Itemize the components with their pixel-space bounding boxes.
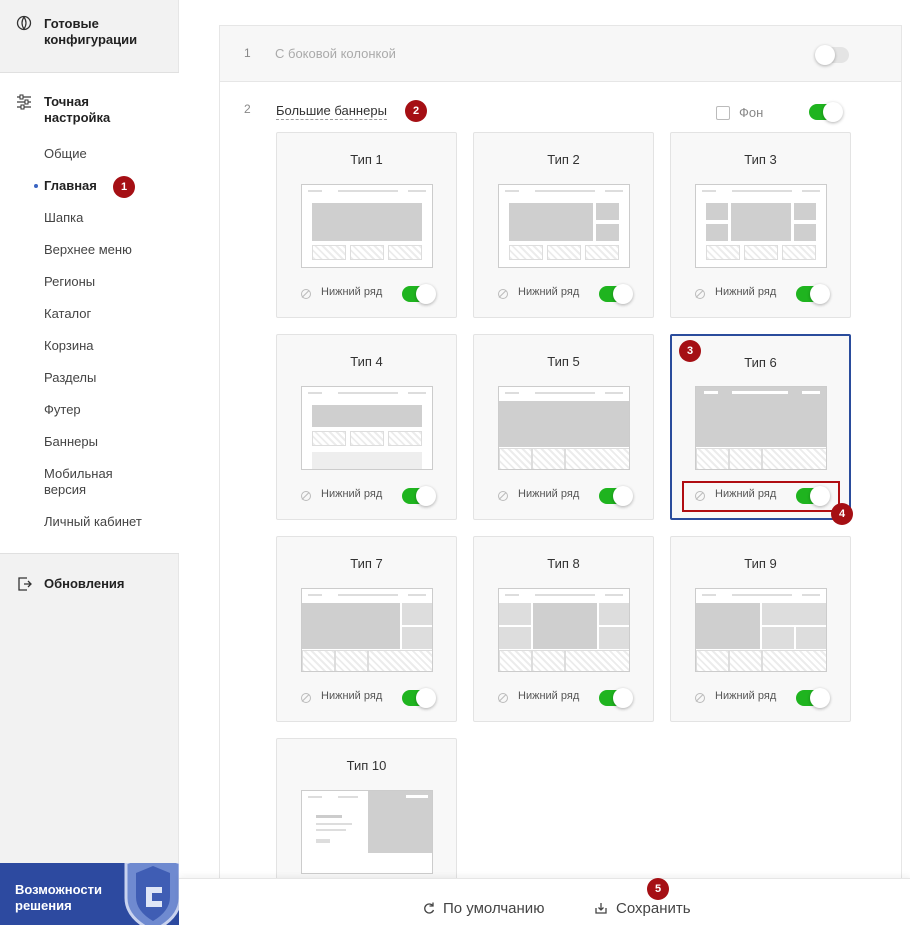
- sidebar-item-footer[interactable]: Футер: [44, 402, 81, 418]
- bottom-row-toggle[interactable]: [599, 688, 633, 708]
- row-number: 1: [244, 46, 251, 60]
- configurations-icon: [16, 15, 32, 31]
- bottom-row-toggle[interactable]: [599, 486, 633, 506]
- banner-type-card-10[interactable]: Тип 10: [276, 738, 457, 888]
- annotation-badge-5: 5: [647, 878, 669, 900]
- annotation-badge-3: 3: [679, 340, 701, 362]
- layout-preview: [695, 588, 827, 672]
- promo-text: Возможности решения: [15, 882, 102, 913]
- annotation-badge-2: 2: [405, 100, 427, 122]
- sidebar-item-sections[interactable]: Разделы: [44, 370, 96, 386]
- card-title: Тип 9: [744, 556, 777, 571]
- disabled-icon: [498, 289, 508, 299]
- card-title: Тип 2: [547, 152, 580, 167]
- bottom-row-label: Нижний ряд: [518, 286, 580, 298]
- promo-banner[interactable]: Возможности решения: [0, 863, 179, 925]
- sidebar-item-cart[interactable]: Корзина: [44, 338, 94, 354]
- active-dot: [34, 184, 38, 188]
- bottom-row-label: Нижний ряд: [715, 286, 777, 298]
- sidebar-section-updates[interactable]: Обновления: [44, 576, 125, 592]
- banner-type-card-9[interactable]: Тип 9 Нижний ряд: [670, 536, 851, 722]
- card-title: Тип 4: [350, 354, 383, 369]
- row-number: 2: [244, 102, 251, 116]
- divider: [0, 553, 179, 554]
- layout-preview: [301, 386, 433, 470]
- shield-logo-icon: [124, 863, 179, 925]
- disabled-icon: [301, 491, 311, 501]
- layout-preview: [498, 386, 630, 470]
- banner-type-card-7[interactable]: Тип 7 Нижний ряд: [276, 536, 457, 722]
- side-column-toggle[interactable]: [815, 45, 849, 65]
- disabled-icon: [498, 693, 508, 703]
- bottom-row-toggle[interactable]: [796, 284, 830, 304]
- sidebar-item-main[interactable]: Главная: [44, 178, 97, 194]
- banner-type-card-1[interactable]: Тип 1 Нижний ряд: [276, 132, 457, 318]
- bottom-row-toggle[interactable]: [796, 688, 830, 708]
- bottom-row-label: Нижний ряд: [321, 286, 383, 298]
- layout-preview: [301, 790, 433, 874]
- disabled-icon: [498, 491, 508, 501]
- layout-preview: [301, 588, 433, 672]
- sliders-icon: [17, 94, 31, 110]
- bottom-row-toggle[interactable]: [402, 688, 436, 708]
- background-checkbox[interactable]: [716, 106, 730, 120]
- layout-preview: [498, 588, 630, 672]
- big-banners-label[interactable]: Большие баннеры: [276, 103, 387, 120]
- update-icon: [18, 577, 32, 591]
- bottom-row-label: Нижний ряд: [321, 488, 383, 500]
- card-title: Тип 3: [744, 152, 777, 167]
- bottom-row-label: Нижний ряд: [715, 690, 777, 702]
- save-icon: [595, 903, 607, 914]
- sidebar-item-top-menu[interactable]: Верхнее меню: [44, 242, 132, 258]
- banner-type-card-8[interactable]: Тип 8 Нижний ряд: [473, 536, 654, 722]
- layout-preview: [301, 184, 433, 268]
- card-title: Тип 10: [346, 758, 387, 773]
- banner-type-card-5[interactable]: Тип 5 Нижний ряд: [473, 334, 654, 520]
- sidebar-item-catalog[interactable]: Каталог: [44, 306, 91, 322]
- bottom-row-toggle[interactable]: [402, 486, 436, 506]
- disabled-icon: [695, 289, 705, 299]
- option-row-side-column: 1 С боковой колонкой: [220, 26, 901, 82]
- footer-bar: По умолчанию Сохранить: [179, 878, 910, 925]
- annotation-badge-4: 4: [831, 503, 853, 525]
- layout-preview: [695, 184, 827, 268]
- card-title: Тип 8: [547, 556, 580, 571]
- disabled-icon: [695, 693, 705, 703]
- sidebar-item-banners[interactable]: Баннеры: [44, 434, 98, 450]
- bottom-row-toggle[interactable]: [402, 284, 436, 304]
- bottom-row-toggle[interactable]: [599, 284, 633, 304]
- highlight-frame: [682, 481, 840, 512]
- banner-type-card-2[interactable]: Тип 2 Нижний ряд: [473, 132, 654, 318]
- save-button[interactable]: Сохранить: [616, 900, 691, 917]
- banner-type-card-3[interactable]: Тип 3 Нижний ряд: [670, 132, 851, 318]
- sidebar-section-fine-tuning[interactable]: Точная настройка: [44, 94, 154, 126]
- sidebar-section-ready-configs[interactable]: Готовые конфигурации: [44, 16, 164, 48]
- big-banners-toggle[interactable]: [809, 102, 843, 122]
- row-label: С боковой колонкой: [275, 46, 396, 61]
- reset-default-button[interactable]: По умолчанию: [443, 900, 544, 917]
- background-label: Фон: [739, 105, 764, 120]
- disabled-icon: [301, 289, 311, 299]
- banner-type-card-4[interactable]: Тип 4 Нижний ряд: [276, 334, 457, 520]
- layout-preview: [498, 184, 630, 268]
- card-title: Тип 1: [350, 152, 383, 167]
- disabled-icon: [301, 693, 311, 703]
- annotation-badge-1: 1: [113, 176, 135, 198]
- sidebar-item-header[interactable]: Шапка: [44, 210, 83, 226]
- sidebar-item-mobile[interactable]: Мобильная версия: [44, 466, 144, 498]
- sidebar-item-account[interactable]: Личный кабинет: [44, 514, 142, 530]
- reset-icon: [424, 902, 435, 914]
- settings-panel: 1 С боковой колонкой 2 Большие баннеры 2…: [219, 25, 902, 888]
- bottom-row-label: Нижний ряд: [518, 488, 580, 500]
- bottom-row-label: Нижний ряд: [518, 690, 580, 702]
- sidebar-item-general[interactable]: Общие: [44, 146, 87, 162]
- sidebar: Готовые конфигурации Точная настройка Об…: [0, 0, 179, 925]
- sidebar-item-regions[interactable]: Регионы: [44, 274, 95, 290]
- layout-preview: [695, 386, 827, 470]
- card-title: Тип 5: [547, 354, 580, 369]
- card-title: Тип 7: [350, 556, 383, 571]
- divider: [0, 72, 179, 73]
- bottom-row-label: Нижний ряд: [321, 690, 383, 702]
